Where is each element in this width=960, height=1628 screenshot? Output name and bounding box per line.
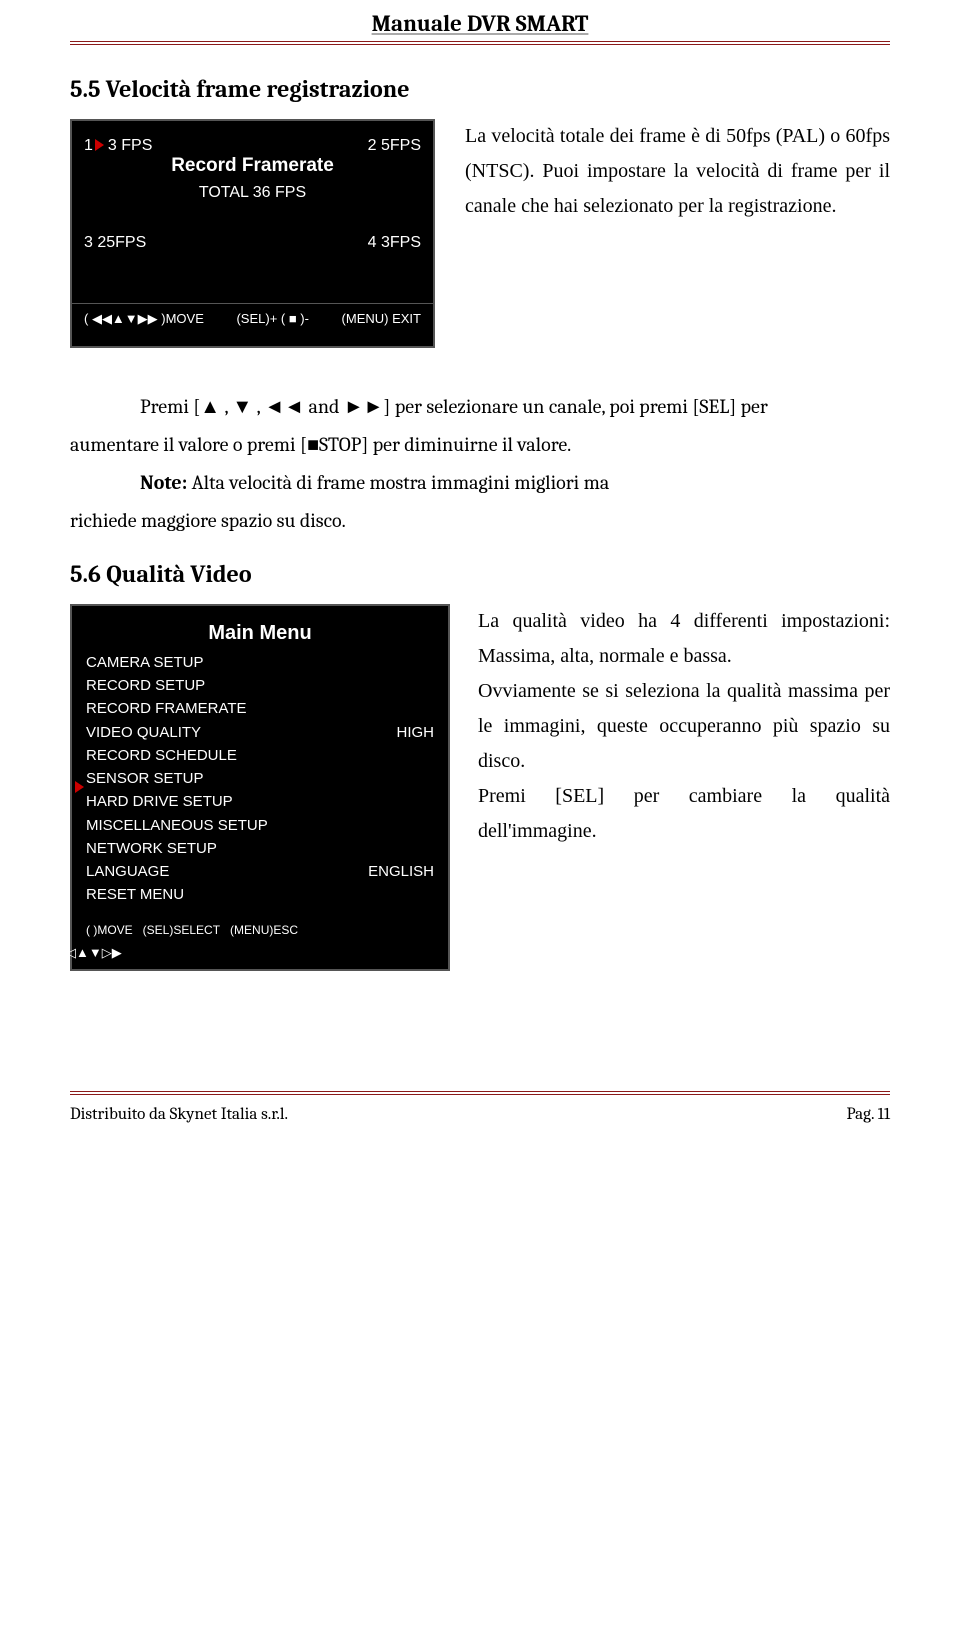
osd-main-menu: Main Menu CAMERA SETUPRECORD SETUPRECORD…: [70, 604, 450, 971]
hint-sel: (SEL)+ ( ■ )-: [236, 310, 309, 328]
menu-item: NETWORK SETUP: [86, 837, 434, 860]
menu-hint-esc: (MENU)ESC: [230, 921, 298, 940]
osd-ch3: 3 25FPS: [84, 232, 146, 254]
osd-ch2: 2 5FPS: [368, 135, 421, 157]
heading-5-5: 5.5 Velocità frame registrazione: [70, 75, 890, 103]
menu-item: HARD DRIVE SETUP: [86, 790, 434, 813]
page-footer: Distribuito da Skynet Italia s.r.l. Pag.…: [70, 1091, 890, 1124]
menu-item: RECORD SETUP: [86, 674, 434, 697]
menu-item: VIDEO QUALITYHIGH: [86, 721, 434, 744]
menu-item: RECORD SCHEDULE: [86, 744, 434, 767]
chevron-icon: ◀◁▲▼▷▶: [56, 943, 434, 963]
hint-move: ( ◀◀▲▼▶▶ )MOVE: [84, 310, 204, 328]
osd-ch1: 13 FPS: [84, 135, 152, 157]
para-5-6: La qualità video ha 4 differenti imposta…: [478, 604, 890, 971]
menu-item: CAMERA SETUP: [86, 651, 434, 674]
footer-right: Pag. 11: [846, 1105, 890, 1124]
osd-total: TOTAL 36 FPS: [84, 182, 421, 204]
doc-header: Manuale DVR SMART: [70, 0, 890, 45]
para-5-5-intro: La velocità totale dei frame è di 50fps …: [465, 119, 890, 348]
hint-exit: (MENU) EXIT: [342, 310, 421, 328]
footer-left: Distribuito da Skynet Italia s.r.l.: [70, 1105, 288, 1124]
menu-item: RESET MENU: [86, 883, 434, 906]
para-5-5-instructions: Premi [▲ , ▼ , ◄◄ and ►►] per selezionar…: [70, 388, 890, 540]
menu-item: LANGUAGEENGLISH: [86, 860, 434, 883]
menu-title: Main Menu: [86, 618, 434, 649]
menu-item: RECORD FRAMERATE: [86, 697, 434, 720]
menu-hint-select: (SEL)SELECT: [143, 921, 220, 940]
heading-5-6: 5.6 Qualità Video: [70, 560, 890, 588]
note-label: Note:: [140, 471, 187, 494]
menu-item: SENSOR SETUP: [86, 767, 434, 790]
play-icon: [95, 139, 104, 151]
osd-ch4: 4 3FPS: [368, 232, 421, 254]
menu-item: MISCELLANEOUS SETUP: [86, 814, 434, 837]
osd-record-framerate: 13 FPS 2 5FPS Record Framerate TOTAL 36 …: [70, 119, 435, 348]
menu-hint-move: ( )MOVE: [86, 921, 133, 940]
menu-cursor-icon: [75, 781, 84, 793]
